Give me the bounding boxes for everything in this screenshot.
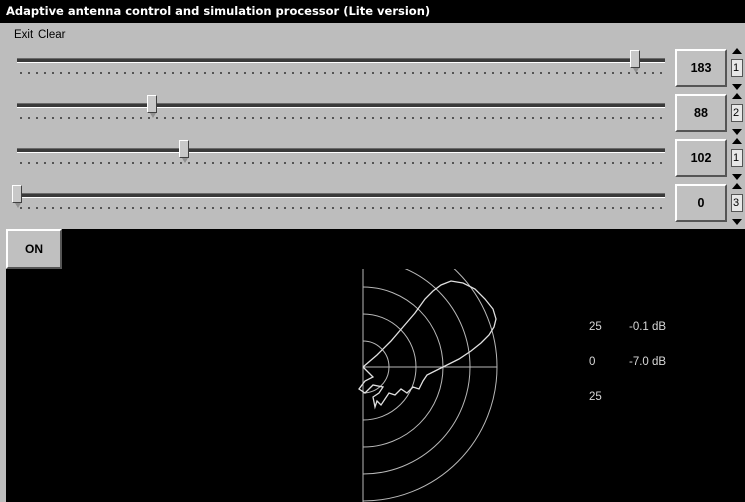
spinner[interactable]: 3 <box>731 182 745 226</box>
spinner[interactable]: 1 <box>731 47 745 91</box>
value-box[interactable]: 102 <box>675 139 727 177</box>
spinner[interactable]: 2 <box>731 92 745 136</box>
on-button[interactable]: ON <box>6 229 62 269</box>
spin-down-arrow-icon[interactable] <box>732 219 742 225</box>
slider-track[interactable] <box>17 103 665 108</box>
slider-track[interactable] <box>17 148 665 153</box>
polar-ring <box>362 269 498 502</box>
spinner-value[interactable]: 1 <box>731 59 743 77</box>
polar-grid <box>362 269 498 502</box>
spinner-value[interactable]: 2 <box>731 104 743 122</box>
slider-track[interactable] <box>17 193 665 198</box>
spinner-value[interactable]: 3 <box>731 194 743 212</box>
readout-db-2: -7.0 dB <box>629 356 667 368</box>
display-panel: 25 -0.1 dB 0 -7.0 dB 25 <box>6 269 745 502</box>
slider-thumb[interactable] <box>630 50 641 73</box>
antenna-pattern-curve <box>358 280 497 410</box>
display-top-area <box>62 229 745 269</box>
spin-up-arrow-icon[interactable] <box>732 93 742 99</box>
slider-thumb[interactable] <box>179 140 190 163</box>
app-window: Adaptive antenna control and simulation … <box>0 0 745 502</box>
slider-ticks <box>17 72 665 74</box>
spin-up-arrow-icon[interactable] <box>732 48 742 54</box>
spin-down-arrow-icon[interactable] <box>732 174 742 180</box>
slider-row-2: 88 2 <box>0 92 745 136</box>
slider-row-3: 102 1 <box>0 137 745 181</box>
menu-clear[interactable]: Clear <box>38 23 65 48</box>
slider-row-1: 183 1 <box>0 47 745 91</box>
menu-bar: Exit Clear <box>0 23 745 48</box>
value-box[interactable]: 183 <box>675 49 727 87</box>
spin-down-arrow-icon[interactable] <box>732 129 742 135</box>
slider-thumb[interactable] <box>12 185 22 208</box>
spin-down-arrow-icon[interactable] <box>732 84 742 90</box>
value-box[interactable]: 0 <box>675 184 727 222</box>
menu-exit[interactable]: Exit <box>14 23 33 48</box>
window-title: Adaptive antenna control and simulation … <box>0 0 745 23</box>
spin-up-arrow-icon[interactable] <box>732 183 742 189</box>
spin-up-arrow-icon[interactable] <box>732 138 742 144</box>
slider-ticks <box>17 117 665 119</box>
slider-ticks <box>17 162 665 164</box>
slider-track[interactable] <box>17 58 665 63</box>
readout-angle-3: 25 <box>589 391 602 403</box>
slider-row-4: 0 3 <box>0 182 745 226</box>
value-box[interactable]: 88 <box>675 94 727 132</box>
spinner-value[interactable]: 1 <box>731 149 743 167</box>
polar-plot <box>358 269 498 502</box>
polar-ring <box>362 269 471 475</box>
readout-angle-1: 25 <box>589 321 602 333</box>
slider-thumb[interactable] <box>147 95 158 118</box>
spinner[interactable]: 1 <box>731 137 745 181</box>
slider-ticks <box>17 207 665 209</box>
readout-db-1: -0.1 dB <box>629 321 667 333</box>
readout-angle-2: 0 <box>589 356 596 368</box>
